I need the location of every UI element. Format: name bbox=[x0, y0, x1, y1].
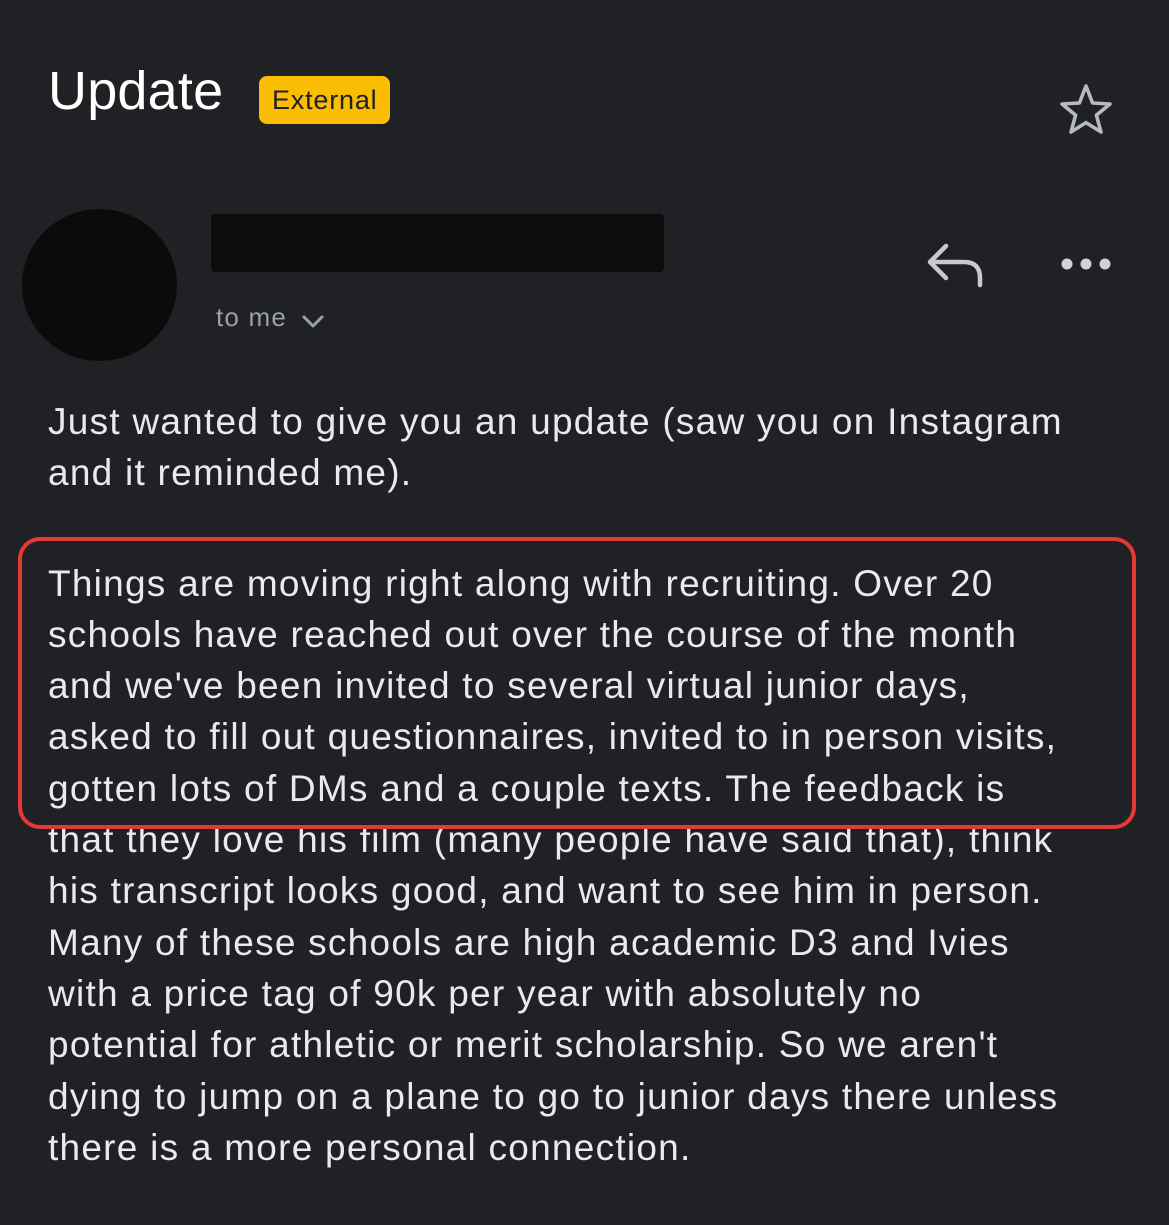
recipient-label: to me bbox=[216, 302, 288, 332]
message-body: Just wanted to give you an update (saw y… bbox=[48, 396, 1138, 1173]
body-line: potential for athletic or merit scholars… bbox=[48, 1024, 999, 1066]
recipient-details-toggle[interactable]: to me bbox=[216, 300, 325, 334]
body-line: and we've been invited to several virtua… bbox=[48, 665, 970, 707]
sender-name-redacted bbox=[211, 214, 664, 272]
body-line: with a price tag of 90k per year with ab… bbox=[48, 972, 923, 1014]
body-line: there is a more personal connection. bbox=[48, 1126, 692, 1168]
reply-icon[interactable] bbox=[924, 238, 986, 290]
body-line: gotten lots of DMs and a couple texts. T… bbox=[48, 767, 1006, 809]
avatar[interactable] bbox=[22, 209, 177, 361]
body-line: Things are moving right along with recru… bbox=[48, 562, 994, 604]
external-badge: External bbox=[259, 76, 391, 124]
body-line: Many of these schools are high academic … bbox=[48, 921, 1010, 963]
body-line: asked to fill out questionnaires, invite… bbox=[48, 716, 1058, 758]
body-line: that they love his film (many people hav… bbox=[48, 819, 1054, 861]
star-icon[interactable] bbox=[1054, 80, 1118, 140]
body-line: his transcript looks good, and want to s… bbox=[48, 870, 1043, 912]
body-line: dying to jump on a plane to go to junior… bbox=[48, 1075, 1059, 1117]
body-line: schools have reached out over the course… bbox=[48, 613, 1018, 655]
chevron-down-icon bbox=[302, 315, 324, 328]
email-subject: Update bbox=[48, 61, 224, 121]
body-line: and it reminded me). bbox=[48, 452, 413, 494]
more-options-icon[interactable] bbox=[1058, 254, 1114, 274]
body-line: Just wanted to give you an update (saw y… bbox=[48, 401, 1063, 442]
